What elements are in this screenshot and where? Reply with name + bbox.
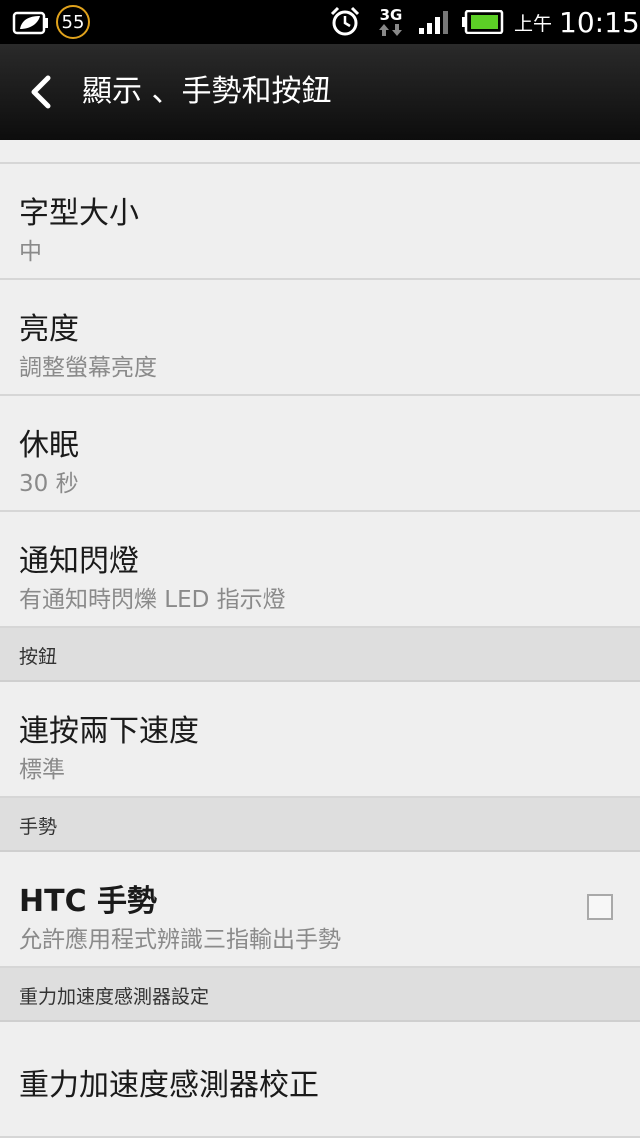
eco-leaf-icon — [12, 0, 50, 44]
section-header-gestures: 手勢 — [0, 798, 640, 852]
setting-summary: 30 秒 — [19, 471, 79, 497]
data-transfer-arrows-icon — [379, 24, 402, 36]
setting-summary: 有通知時閃爍 LED 指示燈 — [19, 587, 286, 613]
back-button[interactable] — [22, 72, 62, 112]
section-header-label: 重力加速度感測器設定 — [19, 986, 210, 1008]
status-bar: 55 3G 上午 10:15 — [0, 0, 640, 44]
setting-double-tap-speed[interactable]: 連按兩下速度 標準 — [0, 682, 640, 798]
setting-brightness[interactable]: 亮度 調整螢幕亮度 — [0, 280, 640, 396]
setting-sleep[interactable]: 休眠 30 秒 — [0, 396, 640, 512]
setting-title: HTC 手勢 — [19, 884, 158, 919]
section-header-label: 手勢 — [19, 816, 58, 838]
setting-title: 重力加速度感測器校正 — [19, 1068, 319, 1103]
setting-htc-gestures[interactable]: HTC 手勢 允許應用程式辨識三指輸出手勢 — [0, 852, 640, 968]
notification-count-badge: 55 — [56, 0, 90, 44]
setting-title: 休眠 — [19, 428, 79, 463]
setting-title: 通知閃燈 — [19, 544, 139, 579]
setting-font-size[interactable]: 字型大小 中 — [0, 164, 640, 280]
setting-title: 亮度 — [19, 312, 79, 347]
list-top-divider — [0, 140, 640, 164]
signal-strength-icon — [418, 0, 454, 44]
setting-title: 連按兩下速度 — [19, 714, 199, 749]
setting-summary: 中 — [19, 239, 42, 265]
section-header-label: 按鈕 — [19, 646, 58, 668]
setting-summary: 標準 — [19, 757, 65, 783]
battery-level-fill — [471, 15, 498, 29]
alarm-clock-icon — [328, 0, 362, 44]
chevron-left-icon — [31, 75, 51, 109]
page-title: 顯示 、手勢和按鈕 — [82, 74, 332, 109]
clock-time: 10:15 — [559, 5, 640, 39]
htc-gestures-checkbox[interactable] — [587, 894, 613, 920]
action-bar: 顯示 、手勢和按鈕 — [0, 44, 640, 140]
setting-notification-light[interactable]: 通知閃燈 有通知時閃爍 LED 指示燈 — [0, 512, 640, 628]
setting-title: 字型大小 — [19, 196, 139, 231]
section-header-buttons: 按鈕 — [0, 628, 640, 682]
notification-count: 55 — [56, 5, 90, 39]
setting-gsensor-calibration[interactable]: 重力加速度感測器校正 — [0, 1022, 640, 1138]
section-header-gsensor: 重力加速度感測器設定 — [0, 968, 640, 1022]
network-type-label: 3G — [379, 6, 403, 24]
network-3g-indicator: 3G — [378, 0, 404, 44]
battery-icon — [462, 0, 504, 44]
setting-summary: 調整螢幕亮度 — [19, 355, 157, 381]
setting-summary: 允許應用程式辨識三指輸出手勢 — [19, 927, 341, 953]
settings-list: 字型大小 中 亮度 調整螢幕亮度 休眠 30 秒 通知閃燈 有通知時閃爍 LED… — [0, 140, 640, 1138]
time-period-label: 上午 — [514, 12, 553, 35]
